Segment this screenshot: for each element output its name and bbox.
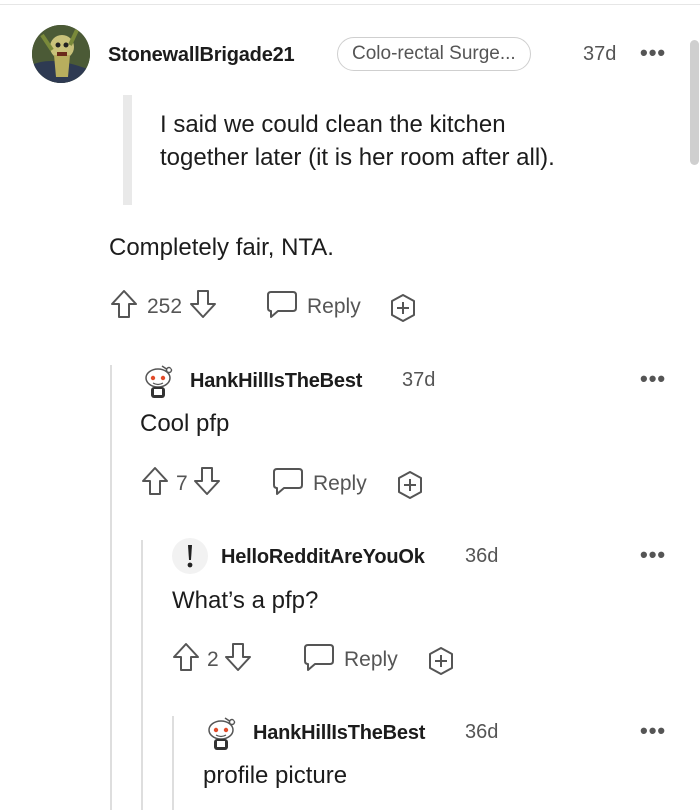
username[interactable]: StonewallBrigade21 xyxy=(108,44,295,67)
comment-body: Cool pfp xyxy=(140,410,230,437)
reply-label: Reply xyxy=(307,295,361,318)
comment-bubble-icon xyxy=(302,641,336,679)
user-flair: Colo-rectal Surge... xyxy=(337,37,531,71)
vote-bar: 252 xyxy=(109,290,218,324)
exclamation-avatar-icon xyxy=(187,545,193,568)
reply-button[interactable]: Reply xyxy=(302,643,398,677)
upvote-icon[interactable] xyxy=(171,641,201,679)
thread-line-2[interactable] xyxy=(141,540,143,810)
iron-maiden-eddie-avatar-icon xyxy=(32,25,90,83)
award-button[interactable] xyxy=(387,292,419,324)
upvote-icon[interactable] xyxy=(140,465,170,503)
downvote-icon[interactable] xyxy=(188,288,218,326)
username[interactable]: HankHillIsTheBest xyxy=(253,722,425,745)
reply-button[interactable]: Reply xyxy=(265,290,361,324)
quote-line-1: I said we could clean the kitchen xyxy=(160,111,506,138)
comment-body: What’s a pfp? xyxy=(172,587,319,614)
comment-body: Completely fair, NTA. xyxy=(109,234,334,261)
upvote-icon[interactable] xyxy=(109,288,139,326)
comment-age: 36d xyxy=(465,721,499,743)
comment-bubble-icon xyxy=(271,465,305,503)
scrollbar-thumb[interactable] xyxy=(690,40,699,165)
top-divider xyxy=(0,4,700,5)
reply-label: Reply xyxy=(344,648,398,671)
award-plus-icon xyxy=(398,471,422,499)
vote-score: 252 xyxy=(147,295,183,318)
avatar[interactable] xyxy=(32,25,90,83)
avatar[interactable] xyxy=(172,538,208,574)
downvote-icon[interactable] xyxy=(223,641,253,679)
more-options-icon[interactable]: ••• xyxy=(640,368,666,390)
avatar[interactable] xyxy=(140,362,176,400)
snoo-avatar-icon xyxy=(145,365,173,398)
comment-age: 36d xyxy=(465,545,499,567)
comment-age: 37d xyxy=(583,43,617,65)
vote-bar: 2 xyxy=(171,643,253,677)
award-plus-icon xyxy=(429,647,453,675)
avatar[interactable] xyxy=(203,714,239,752)
quote-line-2: together later (it is her room after all… xyxy=(160,144,555,171)
username[interactable]: HankHillIsTheBest xyxy=(190,370,362,393)
vote-score: 7 xyxy=(176,472,188,495)
more-options-icon[interactable]: ••• xyxy=(640,720,666,742)
reply-label: Reply xyxy=(313,472,367,495)
downvote-icon[interactable] xyxy=(192,465,222,503)
thread-line-1[interactable] xyxy=(110,365,112,810)
award-button[interactable] xyxy=(394,469,426,501)
username[interactable]: HelloRedditAreYouOk xyxy=(221,546,425,569)
thread-line-3[interactable] xyxy=(172,716,174,810)
comment-body: profile picture xyxy=(203,762,348,789)
award-plus-icon xyxy=(391,294,415,322)
comment-age: 37d xyxy=(402,369,436,391)
quote-bar xyxy=(123,95,132,205)
more-options-icon[interactable]: ••• xyxy=(640,42,666,64)
vote-score: 2 xyxy=(207,648,219,671)
snoo-avatar-icon xyxy=(208,717,236,750)
reply-button[interactable]: Reply xyxy=(271,467,367,501)
vote-bar: 7 xyxy=(140,467,222,501)
award-button[interactable] xyxy=(425,645,457,677)
more-options-icon[interactable]: ••• xyxy=(640,544,666,566)
comment-bubble-icon xyxy=(265,288,299,326)
